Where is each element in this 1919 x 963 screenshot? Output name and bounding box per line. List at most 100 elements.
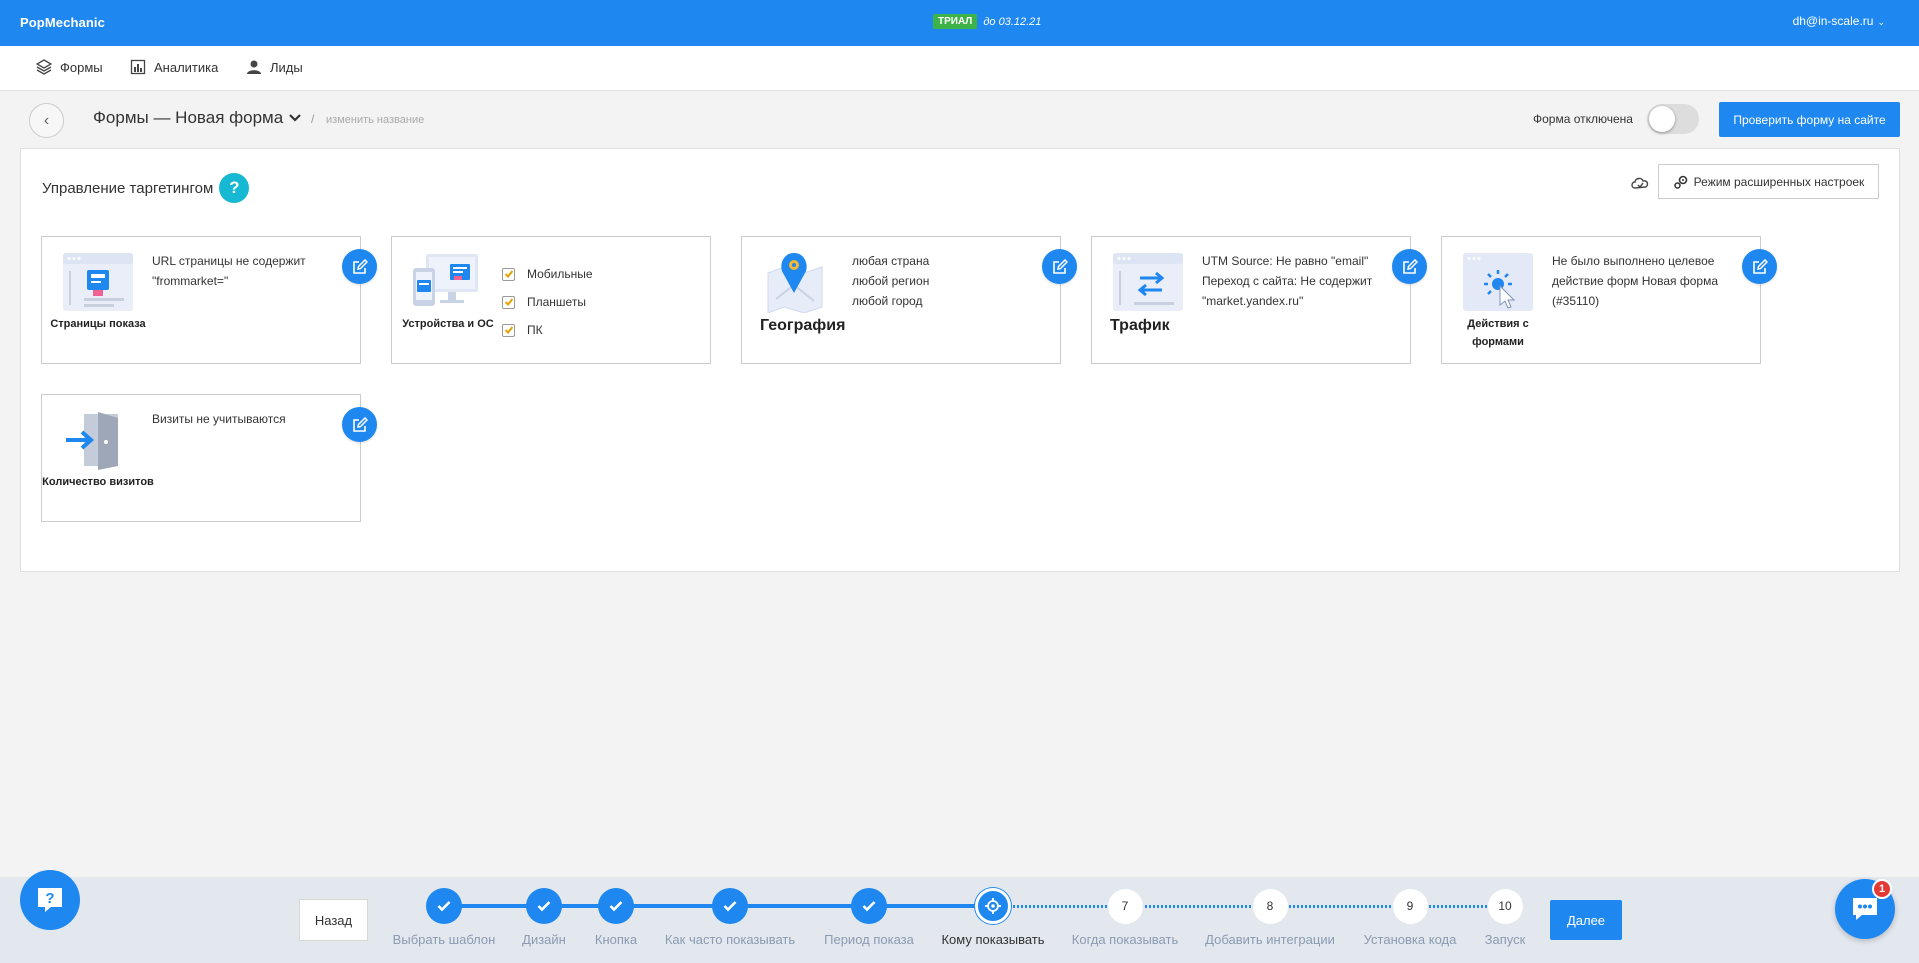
page-window-icon (63, 253, 133, 311)
form-status-label: Форма отключена (1533, 112, 1633, 126)
edit-actions-button[interactable] (1742, 249, 1777, 284)
help-icon[interactable]: ? (219, 173, 250, 203)
wizard-back-button[interactable]: Назад (299, 899, 368, 941)
wizard-step-9[interactable]: 9 (1392, 888, 1428, 924)
page-title: Формы — Новая форма (93, 108, 284, 127)
help-fab[interactable]: ? (20, 870, 80, 930)
device-option-pc[interactable]: ПК (502, 316, 593, 344)
account-menu[interactable]: dh@in-scale.ru ⌄ (1793, 14, 1885, 28)
wizard-step-2[interactable] (526, 888, 562, 924)
card-pages-label: Страницы показа (50, 318, 146, 330)
wizard-step-label[interactable]: Когда показывать (1072, 932, 1178, 947)
step-number: 7 (1121, 899, 1129, 913)
nav-item-analytics[interactable]: Аналитика (130, 59, 218, 75)
advanced-settings-button[interactable]: Режим расширенных настроек (1658, 164, 1879, 199)
trial-badge: ТРИАЛ (933, 14, 978, 29)
nav-item-leads[interactable]: Лиды (246, 59, 303, 75)
card-traffic: Трафик UTM Source: Не равно "email" Пере… (1091, 236, 1427, 364)
form-title-dropdown[interactable]: Формы — Новая форма (93, 108, 301, 128)
wizard-step-8[interactable]: 8 (1252, 888, 1288, 924)
card-devices: Устройства и ОС Мобильные Планшеты ПК (391, 236, 711, 364)
checkbox-mobile[interactable] (502, 267, 515, 281)
wizard-step-10[interactable]: 10 (1487, 888, 1523, 924)
card-geo: География любая страна любой регион любо… (741, 236, 1077, 364)
targeting-header: Управление таргетингом ? (42, 173, 250, 203)
top-bar: PopMechanic ТРИАЛ до 03.12.21 dh@in-scal… (0, 0, 1919, 46)
wizard-step-label[interactable]: Выбрать шаблон (393, 932, 496, 947)
user-icon (247, 60, 261, 74)
wizard-step-label[interactable]: Период показа (824, 932, 914, 947)
edit-visits-button[interactable] (342, 407, 377, 442)
door-enter-icon (66, 412, 118, 470)
checkmark-icon (537, 901, 551, 912)
wizard-step-label[interactable]: Запуск (1485, 932, 1526, 947)
step-number: 9 (1406, 899, 1414, 913)
back-button[interactable]: ‹ (29, 103, 64, 138)
title-separator: / (311, 112, 315, 126)
targeting-panel: Управление таргетингом ? Режим расширенн… (20, 148, 1900, 572)
nav-label-analytics: Аналитика (154, 59, 219, 75)
card-pages-desc: URL страницы не содержит "frommarket=" (152, 254, 306, 288)
svg-text:?: ? (45, 890, 54, 907)
help-chat-icon: ? (38, 888, 62, 912)
traffic-arrows-icon (1113, 253, 1183, 311)
card-geo-label: География (760, 317, 846, 334)
card-visits-desc: Визиты не учитываются (152, 412, 286, 426)
step-number: 8 (1266, 899, 1274, 913)
chat-bubble-icon (1853, 898, 1877, 920)
wizard-step-7[interactable]: 7 (1107, 888, 1143, 924)
chevron-left-icon: ‹ (43, 111, 50, 129)
map-pin-icon (767, 253, 823, 313)
wizard-step-1[interactable] (426, 888, 462, 924)
device-option-label: Мобильные (527, 267, 593, 281)
checkbox-pc[interactable] (502, 323, 515, 337)
checkbox-tablet[interactable] (502, 295, 515, 309)
device-checkbox-list: Мобильные Планшеты ПК (502, 260, 593, 344)
check-form-button[interactable]: Проверить форму на сайте (1719, 102, 1900, 137)
caret-down-icon (289, 114, 301, 122)
wizard-step-5[interactable] (851, 888, 887, 924)
edit-icon (352, 416, 368, 432)
wizard-step-label[interactable]: Дизайн (522, 932, 566, 947)
wizard-step-4[interactable] (712, 888, 748, 924)
device-option-tablet[interactable]: Планшеты (502, 288, 593, 316)
edit-geo-button[interactable] (1042, 249, 1077, 284)
wizard-step-label[interactable]: Как часто показывать (665, 932, 795, 947)
wizard-step-label[interactable]: Кому показывать (941, 932, 1044, 947)
checkmark-icon (723, 901, 737, 912)
account-email: dh@in-scale.ru (1792, 14, 1874, 28)
card-actions: Действия с формами Не было выполнено цел… (1441, 236, 1777, 364)
wizard-next-button[interactable]: Далее (1550, 900, 1622, 940)
geo-country: любая страна (852, 254, 930, 268)
brand-logo[interactable]: PopMechanic (20, 15, 105, 30)
edit-traffic-button[interactable] (1392, 249, 1427, 284)
rename-link[interactable]: изменить название (326, 114, 424, 126)
card-visits-label: Количество визитов (42, 476, 154, 488)
card-visits: Количество визитов Визиты не учитываются (41, 394, 377, 522)
nav-label-leads: Лиды (270, 59, 303, 75)
geo-city: любой город (852, 294, 923, 308)
cloud-sync-icon[interactable] (1630, 174, 1650, 192)
step-number: 10 (1498, 899, 1512, 913)
checkmark-icon (504, 270, 513, 278)
edit-icon (352, 258, 368, 274)
wizard-step-label[interactable]: Установка кода (1364, 932, 1457, 947)
advanced-settings-label: Режим расширенных настроек (1693, 174, 1865, 189)
form-enabled-toggle[interactable] (1647, 104, 1699, 134)
trial-info: ТРИАЛ до 03.12.21 (933, 14, 1041, 29)
wizard-step-label[interactable]: Добавить интеграции (1205, 932, 1335, 947)
device-option-mobile[interactable]: Мобильные (502, 260, 593, 288)
chevron-down-icon: ⌄ (1877, 16, 1885, 27)
edit-icon (1402, 258, 1418, 274)
wizard-step-label[interactable]: Кнопка (595, 932, 637, 947)
checkmark-icon (862, 901, 876, 912)
wizard-step-6[interactable] (975, 888, 1011, 924)
nav-item-forms[interactable]: Формы (36, 59, 103, 75)
card-traffic-label: Трафик (1110, 317, 1170, 334)
targeting-title: Управление таргетингом (42, 179, 214, 197)
wizard-step-3[interactable] (598, 888, 634, 924)
devices-icon (413, 254, 478, 306)
chat-unread-badge: 1 (1872, 879, 1892, 899)
edit-pages-button[interactable] (342, 249, 377, 284)
card-devices-label: Устройства и ОС (402, 318, 494, 330)
